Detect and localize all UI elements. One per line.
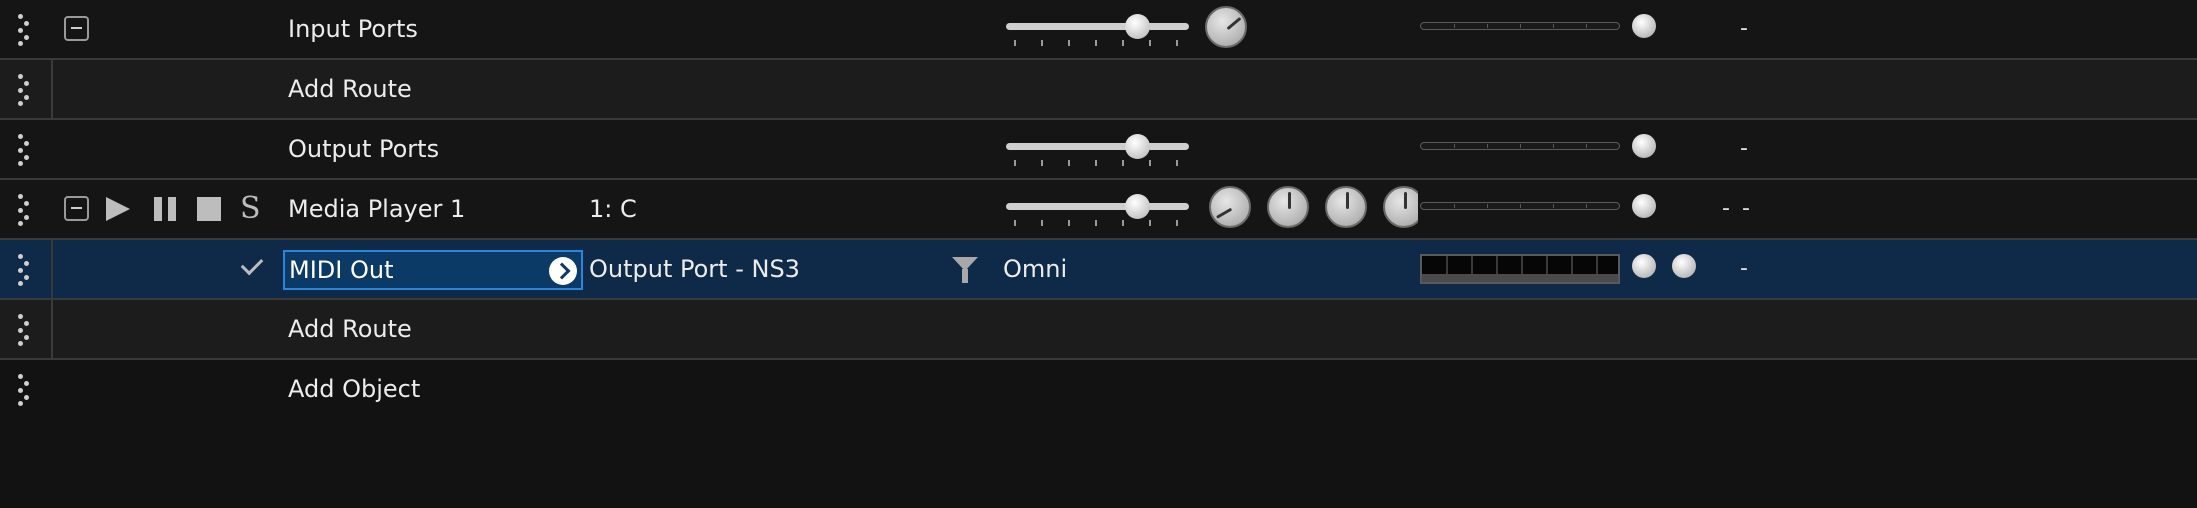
meter-indicator bbox=[1672, 254, 1696, 278]
pause-icon[interactable] bbox=[154, 197, 178, 221]
row-label: Output Ports bbox=[288, 135, 440, 163]
child-rail bbox=[51, 240, 53, 298]
row-add-object[interactable]: Add Object bbox=[0, 360, 2197, 420]
add-route-button[interactable]: Add Route bbox=[288, 60, 412, 118]
level-meter bbox=[1420, 142, 1620, 150]
param-knob[interactable] bbox=[1267, 186, 1309, 228]
collapse-icon[interactable] bbox=[64, 16, 89, 41]
note-value: 1: C bbox=[589, 195, 637, 223]
meter-value: - bbox=[1722, 196, 1730, 221]
volume-slider[interactable] bbox=[1006, 190, 1189, 230]
stop-icon[interactable] bbox=[197, 197, 221, 221]
collapse-icon[interactable] bbox=[64, 196, 89, 221]
param-knob[interactable] bbox=[1383, 186, 1418, 228]
add-route-button[interactable]: Add Route bbox=[288, 300, 412, 358]
meter-value: - bbox=[1740, 136, 1748, 161]
row-add-route[interactable]: Add Route bbox=[0, 300, 2197, 360]
midi-activity-meter bbox=[1420, 254, 1620, 284]
drag-handle-icon[interactable] bbox=[18, 254, 32, 286]
row-midi-out[interactable]: MIDI Out Output Port - NS3 Omni - bbox=[0, 240, 2197, 300]
row-add-route[interactable]: Add Route bbox=[0, 60, 2197, 120]
volume-slider[interactable] bbox=[1006, 10, 1189, 50]
add-object-button[interactable]: Add Object bbox=[288, 360, 420, 418]
meter-indicator bbox=[1632, 254, 1656, 278]
play-icon[interactable] bbox=[106, 197, 130, 221]
volume-slider[interactable] bbox=[1006, 130, 1189, 170]
row-input-ports[interactable]: Input Ports - bbox=[0, 0, 2197, 60]
param-knob[interactable] bbox=[1325, 186, 1367, 228]
meter-indicator bbox=[1632, 134, 1656, 158]
drag-handle-icon[interactable] bbox=[18, 194, 32, 226]
solo-button[interactable]: S bbox=[240, 180, 261, 238]
chevron-right-icon[interactable] bbox=[549, 257, 577, 285]
level-meter bbox=[1420, 22, 1620, 30]
meter-value: - bbox=[1740, 16, 1748, 41]
check-icon[interactable] bbox=[240, 252, 264, 276]
meter-value: - bbox=[1742, 196, 1750, 221]
route-name-text[interactable]: MIDI Out bbox=[289, 252, 393, 288]
row-label: Media Player 1 bbox=[288, 195, 466, 223]
meter-indicator bbox=[1632, 194, 1656, 218]
drag-handle-icon[interactable] bbox=[18, 374, 32, 406]
filter-icon[interactable] bbox=[952, 257, 978, 285]
row-output-ports[interactable]: Output Ports - bbox=[0, 120, 2197, 180]
meter-value: - bbox=[1740, 256, 1748, 281]
channel-select[interactable]: Omni bbox=[1003, 240, 1067, 298]
row-media-player[interactable]: S Media Player 1 1: C - - bbox=[0, 180, 2197, 240]
gain-knob[interactable] bbox=[1205, 6, 1247, 48]
drag-handle-icon[interactable] bbox=[18, 314, 32, 346]
child-rail bbox=[51, 60, 53, 118]
row-label: Input Ports bbox=[288, 15, 418, 43]
meter-indicator bbox=[1632, 14, 1656, 38]
knob-strip bbox=[1205, 180, 1418, 238]
level-meter bbox=[1420, 202, 1620, 210]
drag-handle-icon[interactable] bbox=[18, 74, 32, 106]
drag-handle-icon[interactable] bbox=[18, 14, 32, 46]
route-name-field[interactable]: MIDI Out bbox=[283, 250, 583, 290]
param-knob[interactable] bbox=[1209, 186, 1251, 228]
drag-handle-icon[interactable] bbox=[18, 134, 32, 166]
output-port-select[interactable]: Output Port - NS3 bbox=[589, 240, 800, 298]
child-rail bbox=[51, 300, 53, 358]
